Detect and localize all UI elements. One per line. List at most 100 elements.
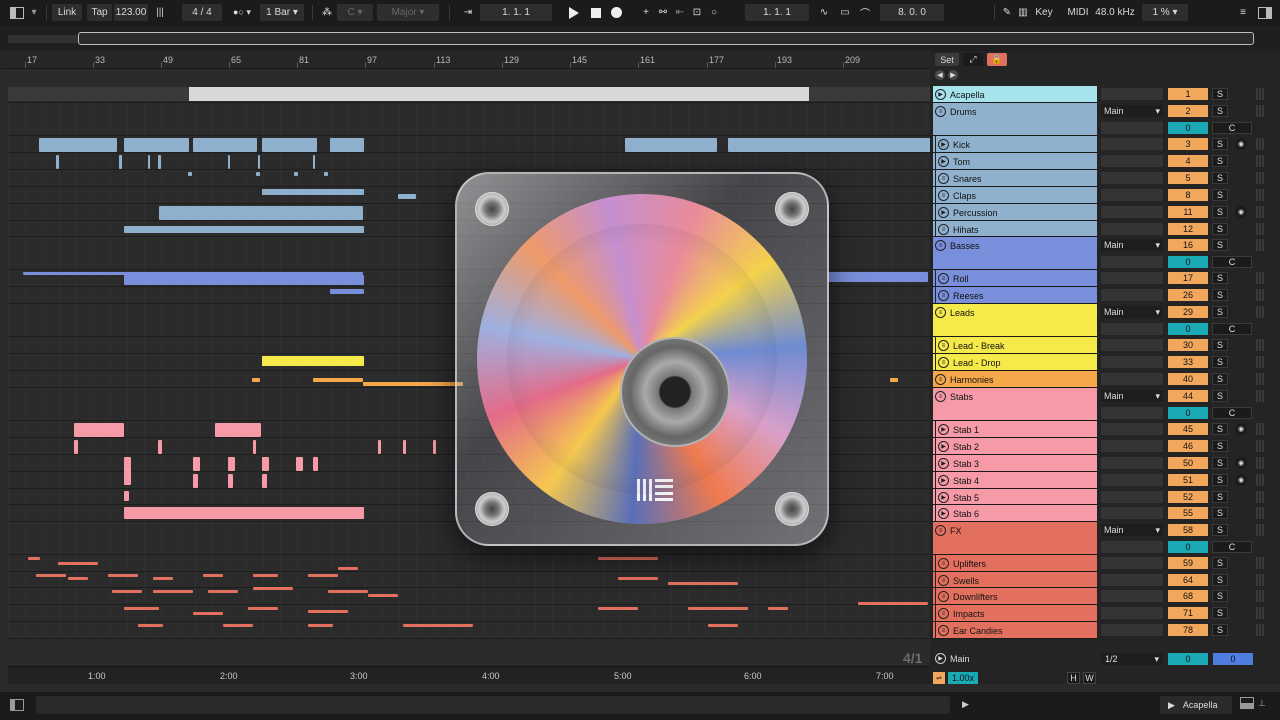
arrangement-clip[interactable]	[313, 378, 363, 382]
main-pan-field[interactable]: 0	[1213, 653, 1253, 665]
group-track-icon[interactable]: ≡	[938, 558, 949, 569]
arm-record-icon[interactable]: ◉	[1235, 138, 1247, 150]
solo-button[interactable]: S	[1212, 239, 1228, 251]
group-send-field[interactable]: 0	[1168, 256, 1208, 268]
track-header[interactable]: ≡ FX	[933, 522, 1097, 555]
track-header[interactable]: ≡ Claps	[933, 187, 1097, 204]
lock-icon[interactable]: 🔒	[987, 53, 1007, 66]
arrangement-clip[interactable]	[124, 457, 131, 485]
solo-button[interactable]: S	[1212, 138, 1228, 150]
key-scale-select[interactable]: Major ▾	[377, 4, 439, 21]
track-header[interactable]: ▶ Acapella	[933, 86, 1097, 103]
track-header[interactable]: ≡ Lead - Drop	[933, 354, 1097, 371]
arrangement-clip[interactable]	[153, 590, 193, 593]
arrangement-clip[interactable]	[215, 423, 261, 437]
solo-button[interactable]: S	[1212, 356, 1228, 368]
audio-track-icon[interactable]: ▶	[938, 139, 949, 150]
key-root-select[interactable]: C ▾	[337, 4, 373, 21]
track-activator[interactable]: 44	[1168, 390, 1208, 402]
track-header[interactable]: ▶ Tom	[933, 153, 1097, 170]
arrangement-clip[interactable]	[112, 590, 142, 593]
track-activator[interactable]: 51	[1168, 474, 1208, 486]
arrangement-overview[interactable]	[0, 26, 1280, 51]
arrangement-lane[interactable]	[8, 572, 930, 588]
arrangement-clip[interactable]	[313, 155, 315, 169]
track-activator[interactable]: 29	[1168, 306, 1208, 318]
solo-button[interactable]: S	[1212, 289, 1228, 301]
group-send-field[interactable]: 0	[1168, 122, 1208, 134]
track-output-select[interactable]: Main ▾	[1101, 239, 1163, 251]
metronome-icon[interactable]: ●○ ▾	[228, 4, 256, 21]
nav-back-icon[interactable]: ◀	[935, 70, 945, 80]
arrangement-clip[interactable]	[56, 155, 59, 169]
audio-track-icon[interactable]: ▶	[938, 508, 949, 519]
selected-clip-indicator[interactable]: ▶ Acapella	[1160, 696, 1232, 714]
audio-track-icon[interactable]: ▶	[938, 207, 949, 218]
track-output-select[interactable]	[1101, 339, 1163, 351]
arrangement-clip[interactable]	[253, 440, 256, 454]
arrangement-clip[interactable]	[228, 474, 233, 488]
arrangement-clip[interactable]	[403, 440, 406, 454]
arm-record-icon[interactable]: ◉	[1235, 457, 1247, 469]
arrangement-clip[interactable]	[858, 602, 928, 605]
arrangement-clip[interactable]	[598, 557, 658, 560]
track-output-select[interactable]	[1101, 507, 1163, 519]
arrangement-clip[interactable]	[618, 577, 658, 580]
track-header[interactable]: ≡ Uplifters	[933, 555, 1097, 572]
track-header[interactable]: ≡ Basses	[933, 237, 1097, 270]
solo-button[interactable]: S	[1212, 272, 1228, 284]
arrangement-clip[interactable]	[308, 610, 348, 613]
solo-button[interactable]: S	[1212, 373, 1228, 385]
capture-icon[interactable]: ⊡	[690, 4, 704, 21]
group-send-field[interactable]: 0	[1168, 323, 1208, 335]
track-activator[interactable]: 78	[1168, 624, 1208, 636]
arrangement-clip[interactable]	[294, 172, 298, 176]
play-button[interactable]	[566, 4, 582, 21]
session-record-icon[interactable]: ○	[707, 4, 721, 21]
arrangement-clip[interactable]	[28, 557, 40, 560]
arrangement-clip[interactable]	[890, 378, 898, 382]
arrangement-clip[interactable]	[159, 206, 363, 220]
track-header[interactable]: ▶ Percussion	[933, 204, 1097, 221]
solo-button[interactable]: S	[1212, 574, 1228, 586]
track-header[interactable]: ▶ Stab 2	[933, 438, 1097, 455]
track-activator[interactable]: 4	[1168, 155, 1208, 167]
track-header[interactable]: ≡ Ear Candies	[933, 622, 1097, 639]
track-output-select[interactable]	[1101, 155, 1163, 167]
arrangement-clip[interactable]	[208, 590, 238, 593]
loop-icon[interactable]: ∿	[814, 4, 834, 21]
arrangement-clip[interactable]	[148, 155, 150, 169]
cpu-meter[interactable]: 1 % ▾	[1142, 4, 1188, 21]
arrangement-clip[interactable]	[108, 574, 138, 577]
main-volume-field[interactable]: 0	[1168, 653, 1208, 665]
track-output-select[interactable]	[1101, 557, 1163, 569]
arrangement-clip[interactable]	[668, 582, 738, 585]
arm-record-icon[interactable]: ◉	[1235, 423, 1247, 435]
group-track-icon[interactable]: ≡	[938, 273, 949, 284]
arrangement-clip[interactable]	[252, 378, 260, 382]
track-activator[interactable]: 58	[1168, 524, 1208, 536]
audio-track-icon[interactable]: ▶	[935, 89, 946, 100]
arrangement-clip[interactable]	[124, 275, 364, 285]
arrangement-clip[interactable]	[296, 457, 303, 471]
song-position-field[interactable]: 1. 1. 1	[480, 4, 552, 21]
solo-button[interactable]: S	[1212, 590, 1228, 602]
arrangement-clip[interactable]	[433, 440, 436, 454]
group-track-icon[interactable]: ≡	[935, 307, 946, 318]
group-track-icon[interactable]: ≡	[938, 625, 949, 636]
arrangement-clip[interactable]	[158, 155, 161, 169]
solo-button[interactable]: S	[1212, 524, 1228, 536]
link-button[interactable]: Link	[52, 4, 82, 21]
group-input[interactable]	[1101, 256, 1163, 268]
solo-button[interactable]: S	[1212, 607, 1228, 619]
track-output-select[interactable]	[1101, 607, 1163, 619]
follow-icon[interactable]: ⇥	[458, 4, 478, 21]
speed-field[interactable]: 1.00x	[948, 672, 978, 684]
set-button[interactable]: Set	[935, 53, 959, 66]
menu-chevron-icon[interactable]: ▾	[28, 4, 40, 21]
track-output-select[interactable]: Main ▾	[1101, 306, 1163, 318]
track-header[interactable]: ▶ Stab 6	[933, 505, 1097, 522]
nudge-icon[interactable]: |||	[152, 4, 168, 21]
midi-map-button[interactable]: MIDI	[1064, 4, 1092, 21]
track-activator[interactable]: 64	[1168, 574, 1208, 586]
